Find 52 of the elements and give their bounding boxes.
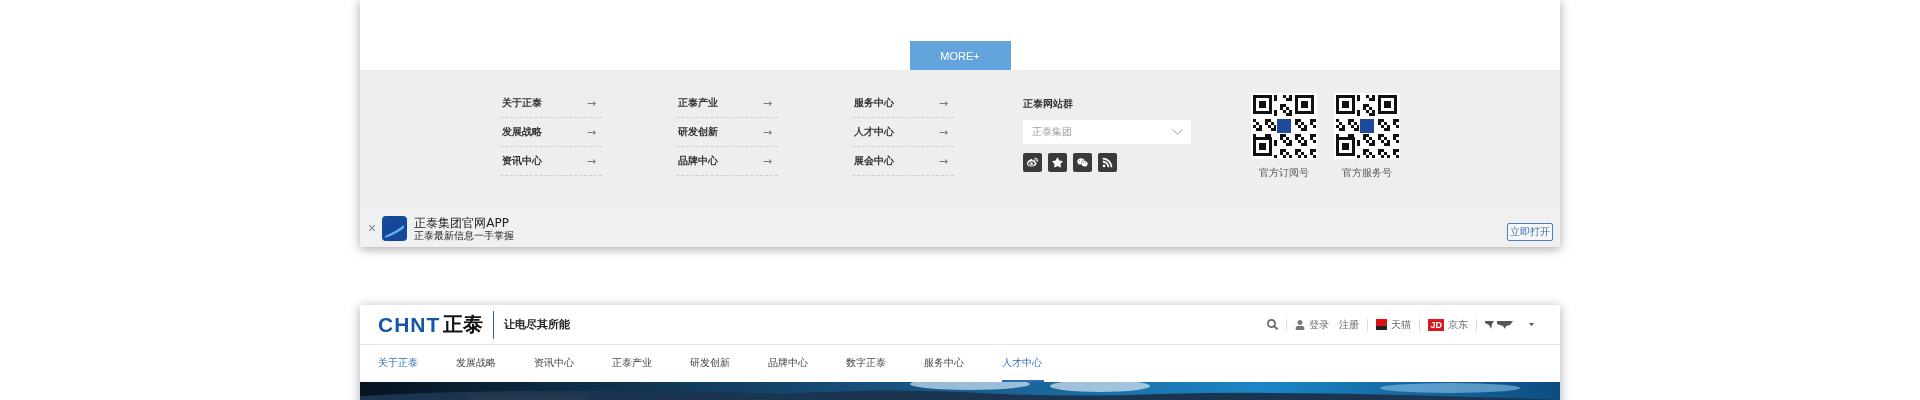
register-link[interactable]: 注册 — [1339, 317, 1360, 332]
nav-tab[interactable]: 发展战略 — [456, 345, 534, 382]
nav-tab[interactable]: 品牌中心 — [768, 345, 846, 382]
weibo-icon[interactable] — [1023, 153, 1042, 172]
footer-link[interactable]: 资讯中心 → — [500, 147, 602, 176]
footer-link[interactable]: 人才中心 → — [852, 118, 954, 147]
slogan: 让电尽其所能 — [493, 310, 571, 339]
qr-code — [1334, 93, 1400, 159]
footer-link[interactable]: 正泰产业 → — [676, 89, 778, 118]
footer-link[interactable]: 关于正泰 → — [500, 89, 602, 118]
footer-link[interactable]: 发展战略 → — [500, 118, 602, 147]
caret-icon — [1529, 323, 1534, 326]
language-selector[interactable] — [1485, 319, 1534, 330]
arrow-icon: → — [762, 154, 772, 168]
nav-tab[interactable]: 服务中心 — [924, 345, 1002, 382]
arrow-icon: → — [762, 96, 772, 110]
arrow-icon: → — [586, 96, 596, 110]
footer-link[interactable]: 研发创新 → — [676, 118, 778, 147]
search-icon[interactable] — [1267, 319, 1279, 330]
open-app-button[interactable]: 立即打开 — [1507, 223, 1553, 241]
qr-code — [1251, 93, 1317, 159]
shop-icon — [1376, 319, 1388, 330]
footer-link[interactable]: 服务中心 → — [852, 89, 954, 118]
arrow-icon: → — [586, 125, 596, 139]
chevron-icon — [1172, 129, 1183, 135]
footer-link[interactable]: 展会中心 → — [852, 147, 954, 176]
footer-link[interactable]: 品牌中心 → — [676, 147, 778, 176]
arrow-icon: → — [938, 96, 948, 110]
jd-link[interactable]: JD 京东 — [1428, 317, 1468, 332]
arrow-icon: → — [938, 125, 948, 139]
nav-tab[interactable]: 正泰产业 — [612, 345, 690, 382]
app-logo-icon — [382, 216, 408, 241]
user-icon — [1295, 319, 1306, 330]
nav-tab[interactable]: 关于正泰 — [378, 345, 456, 382]
logo-chinese: 正泰 — [443, 311, 484, 338]
qr-label: 官方订阅号 — [1259, 166, 1309, 180]
arrow-icon: → — [938, 154, 948, 168]
app-title: 正泰集团官网APP — [414, 216, 510, 230]
group-title: 正泰网站群 — [1023, 97, 1074, 111]
nav-tab[interactable]: 资讯中心 — [534, 345, 612, 382]
arrow-icon: → — [762, 125, 772, 139]
app-subtitle: 正泰最新信息一手掌握 — [414, 230, 515, 241]
rss-icon[interactable] — [1098, 153, 1117, 172]
chat-icon[interactable] — [1073, 153, 1092, 172]
arrow-icon: → — [586, 154, 596, 168]
nav-tab[interactable]: 数字正泰 — [846, 345, 924, 382]
logo-text: CHNT — [378, 312, 441, 337]
login-link[interactable]: 登录 — [1295, 317, 1330, 332]
qr-label: 官方服务号 — [1342, 166, 1392, 180]
tmall-link[interactable]: 天猫 — [1376, 317, 1412, 332]
shop-badge: JD — [1428, 318, 1444, 331]
nav-tab[interactable]: 研发创新 — [690, 345, 768, 382]
